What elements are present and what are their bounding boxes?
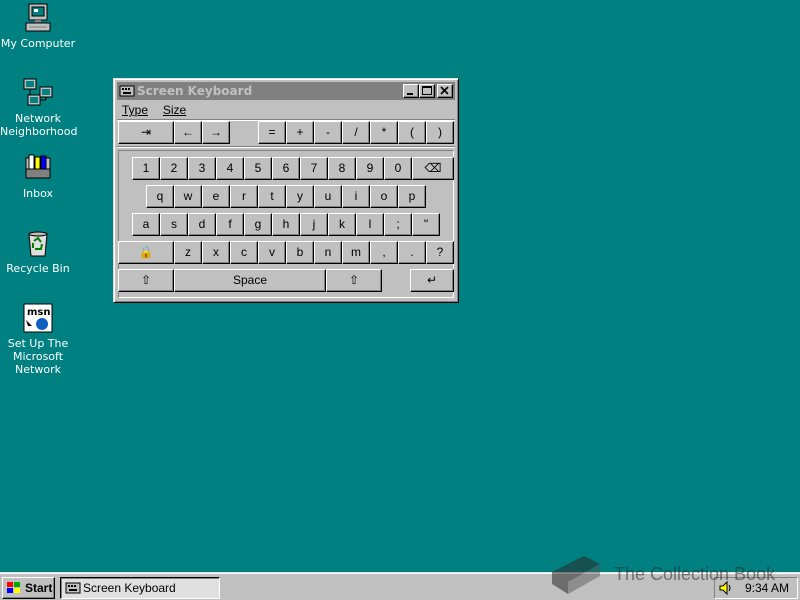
menu-type-label: Type bbox=[122, 103, 149, 117]
watermark-text: The Collection Book bbox=[614, 564, 776, 584]
key-6[interactable]: 6 bbox=[272, 157, 300, 180]
maximize-button[interactable] bbox=[419, 84, 435, 98]
key-2[interactable]: 2 bbox=[160, 157, 188, 180]
toolbar-separator bbox=[117, 146, 455, 148]
window-title: Screen Keyboard bbox=[137, 84, 253, 98]
key-v[interactable]: v bbox=[258, 241, 286, 264]
minimize-icon bbox=[407, 93, 413, 95]
key-k[interactable]: k bbox=[328, 213, 356, 236]
key-3[interactable]: 3 bbox=[188, 157, 216, 180]
key-c[interactable]: c bbox=[230, 241, 258, 264]
menu-type[interactable]: Type bbox=[122, 103, 148, 117]
key-comma[interactable]: , bbox=[370, 241, 398, 264]
windows-logo-icon bbox=[7, 582, 20, 593]
key-4[interactable]: 4 bbox=[216, 157, 244, 180]
key-period[interactable]: . bbox=[398, 241, 426, 264]
desktop-icon-label: Inbox bbox=[22, 187, 54, 200]
taskbar-item-label: Screen Keyboard bbox=[83, 581, 176, 595]
key-x[interactable]: x bbox=[202, 241, 230, 264]
menu-bar: Type Size bbox=[117, 101, 455, 119]
key-equals[interactable]: = bbox=[258, 121, 286, 144]
key-semicolon[interactable]: ; bbox=[384, 213, 412, 236]
key-g[interactable]: g bbox=[244, 213, 272, 236]
key-shift-left[interactable]: ⇧ bbox=[118, 269, 174, 292]
svg-text:msn: msn bbox=[27, 307, 51, 318]
key-asterisk[interactable]: * bbox=[370, 121, 398, 144]
screen-keyboard-window[interactable]: Screen Keyboard Type Size ⇥ ← → = + - / … bbox=[113, 78, 459, 303]
desktop-icon-label: Recycle Bin bbox=[6, 262, 70, 275]
key-space[interactable]: Space bbox=[174, 269, 326, 292]
key-minus[interactable]: - bbox=[314, 121, 342, 144]
key-8[interactable]: 8 bbox=[328, 157, 356, 180]
key-shift-right[interactable]: ⇧ bbox=[326, 269, 382, 292]
key-i[interactable]: i bbox=[342, 185, 370, 208]
key-backspace[interactable]: ⌫ bbox=[412, 157, 454, 180]
book-logo-icon bbox=[552, 556, 600, 594]
msn-icon: msn bbox=[23, 303, 53, 333]
menu-size[interactable]: Size bbox=[163, 103, 186, 117]
key-quote[interactable]: " bbox=[412, 213, 440, 236]
key-u[interactable]: u bbox=[314, 185, 342, 208]
recycle-bin-icon bbox=[28, 231, 48, 257]
key-open-paren[interactable]: ( bbox=[398, 121, 426, 144]
key-1[interactable]: 1 bbox=[132, 157, 160, 180]
minimize-button[interactable] bbox=[403, 84, 419, 98]
watermark: The Collection Book bbox=[548, 548, 798, 598]
key-caps-lock[interactable]: 🔒 bbox=[118, 241, 174, 264]
network-icon bbox=[23, 78, 53, 106]
key-0[interactable]: 0 bbox=[384, 157, 412, 180]
desktop-icon-inbox[interactable]: Inbox bbox=[0, 152, 76, 200]
key-5[interactable]: 5 bbox=[244, 157, 272, 180]
key-z[interactable]: z bbox=[174, 241, 202, 264]
key-d[interactable]: d bbox=[188, 213, 216, 236]
key-n[interactable]: n bbox=[314, 241, 342, 264]
key-m[interactable]: m bbox=[342, 241, 370, 264]
key-e[interactable]: e bbox=[202, 185, 230, 208]
taskbar-item-screen-keyboard[interactable]: Screen Keyboard bbox=[60, 577, 220, 599]
key-f[interactable]: f bbox=[216, 213, 244, 236]
key-right-arrow[interactable]: → bbox=[202, 121, 230, 144]
desktop-icon-recycle-bin[interactable]: Recycle Bin bbox=[0, 227, 76, 275]
desktop: { "desktop": { "icons": [ {"label": "My … bbox=[0, 0, 800, 600]
close-button[interactable] bbox=[437, 84, 453, 98]
desktop-icon-network-neighborhood[interactable]: Network Neighborhood bbox=[0, 77, 78, 138]
close-icon bbox=[440, 86, 449, 95]
desktop-icon-my-computer[interactable]: My Computer bbox=[0, 2, 76, 50]
desktop-icon-msn[interactable]: msn Set Up The Microsoft Network bbox=[0, 302, 76, 376]
key-tab[interactable]: ⇥ bbox=[118, 121, 174, 144]
key-q[interactable]: q bbox=[146, 185, 174, 208]
inbox-icon bbox=[25, 154, 51, 179]
key-7[interactable]: 7 bbox=[300, 157, 328, 180]
desktop-icon-label: Network Neighborhood bbox=[0, 112, 78, 138]
menu-size-label: Size bbox=[162, 103, 187, 117]
key-a[interactable]: a bbox=[132, 213, 160, 236]
maximize-icon bbox=[422, 86, 432, 95]
key-left-arrow[interactable]: ← bbox=[174, 121, 202, 144]
key-enter[interactable]: ↵ bbox=[410, 269, 454, 292]
key-close-paren[interactable]: ) bbox=[426, 121, 454, 144]
key-o[interactable]: o bbox=[370, 185, 398, 208]
key-question[interactable]: ? bbox=[426, 241, 454, 264]
key-w[interactable]: w bbox=[174, 185, 202, 208]
start-button[interactable]: Start bbox=[2, 577, 55, 599]
key-h[interactable]: h bbox=[272, 213, 300, 236]
key-b[interactable]: b bbox=[286, 241, 314, 264]
title-bar[interactable]: Screen Keyboard bbox=[117, 82, 455, 100]
key-plus[interactable]: + bbox=[286, 121, 314, 144]
desktop-icon-label: My Computer bbox=[0, 37, 76, 50]
key-s[interactable]: s bbox=[160, 213, 188, 236]
start-label: Start bbox=[25, 581, 53, 595]
key-l[interactable]: l bbox=[356, 213, 384, 236]
key-9[interactable]: 9 bbox=[356, 157, 384, 180]
key-slash[interactable]: / bbox=[342, 121, 370, 144]
key-p[interactable]: p bbox=[398, 185, 426, 208]
keyboard-app-icon bbox=[65, 582, 81, 594]
key-r[interactable]: r bbox=[230, 185, 258, 208]
computer-icon bbox=[25, 3, 51, 32]
key-t[interactable]: t bbox=[258, 185, 286, 208]
keyboard-app-icon bbox=[119, 85, 135, 97]
desktop-icon-label: Set Up The Microsoft Network bbox=[7, 337, 69, 376]
key-y[interactable]: y bbox=[286, 185, 314, 208]
key-j[interactable]: j bbox=[300, 213, 328, 236]
